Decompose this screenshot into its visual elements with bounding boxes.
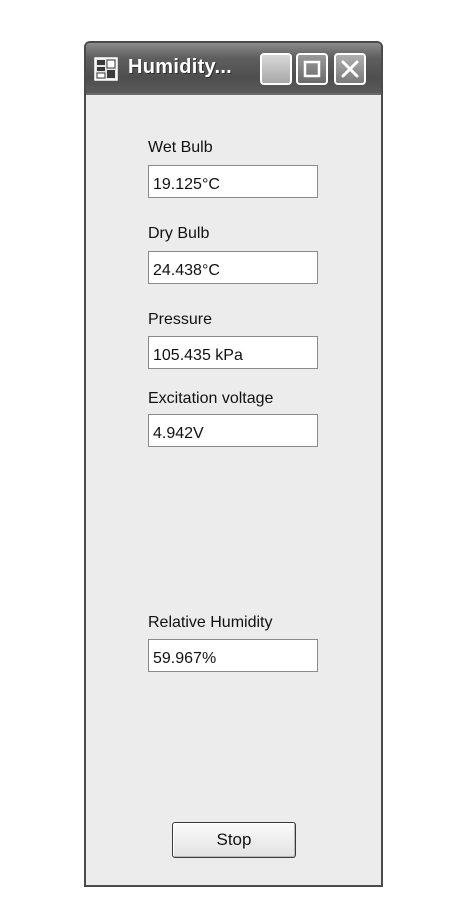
maximize-icon	[302, 59, 322, 79]
pressure-field[interactable]	[148, 336, 318, 369]
excitation-voltage-label: Excitation voltage	[148, 390, 274, 407]
excitation-voltage-field[interactable]	[148, 414, 318, 447]
title-bar[interactable]: Humidity...	[86, 43, 381, 95]
stop-button[interactable]: Stop	[172, 822, 296, 858]
minimize-button[interactable]	[260, 53, 292, 85]
close-icon	[340, 59, 360, 79]
wet-bulb-label: Wet Bulb	[148, 139, 213, 156]
dry-bulb-label: Dry Bulb	[148, 225, 210, 242]
application-icon[interactable]	[94, 57, 118, 81]
relative-humidity-label: Relative Humidity	[148, 614, 273, 631]
minimize-icon	[265, 58, 287, 80]
close-button[interactable]	[334, 53, 366, 85]
dry-bulb-field[interactable]	[148, 251, 318, 284]
wet-bulb-field[interactable]	[148, 165, 318, 198]
humidity-window: Humidity... Wet Bulb Dry Bul	[84, 41, 383, 887]
window-title: Humidity...	[128, 56, 233, 78]
maximize-button[interactable]	[296, 53, 328, 85]
relative-humidity-field[interactable]	[148, 639, 318, 672]
pressure-label: Pressure	[148, 311, 213, 328]
